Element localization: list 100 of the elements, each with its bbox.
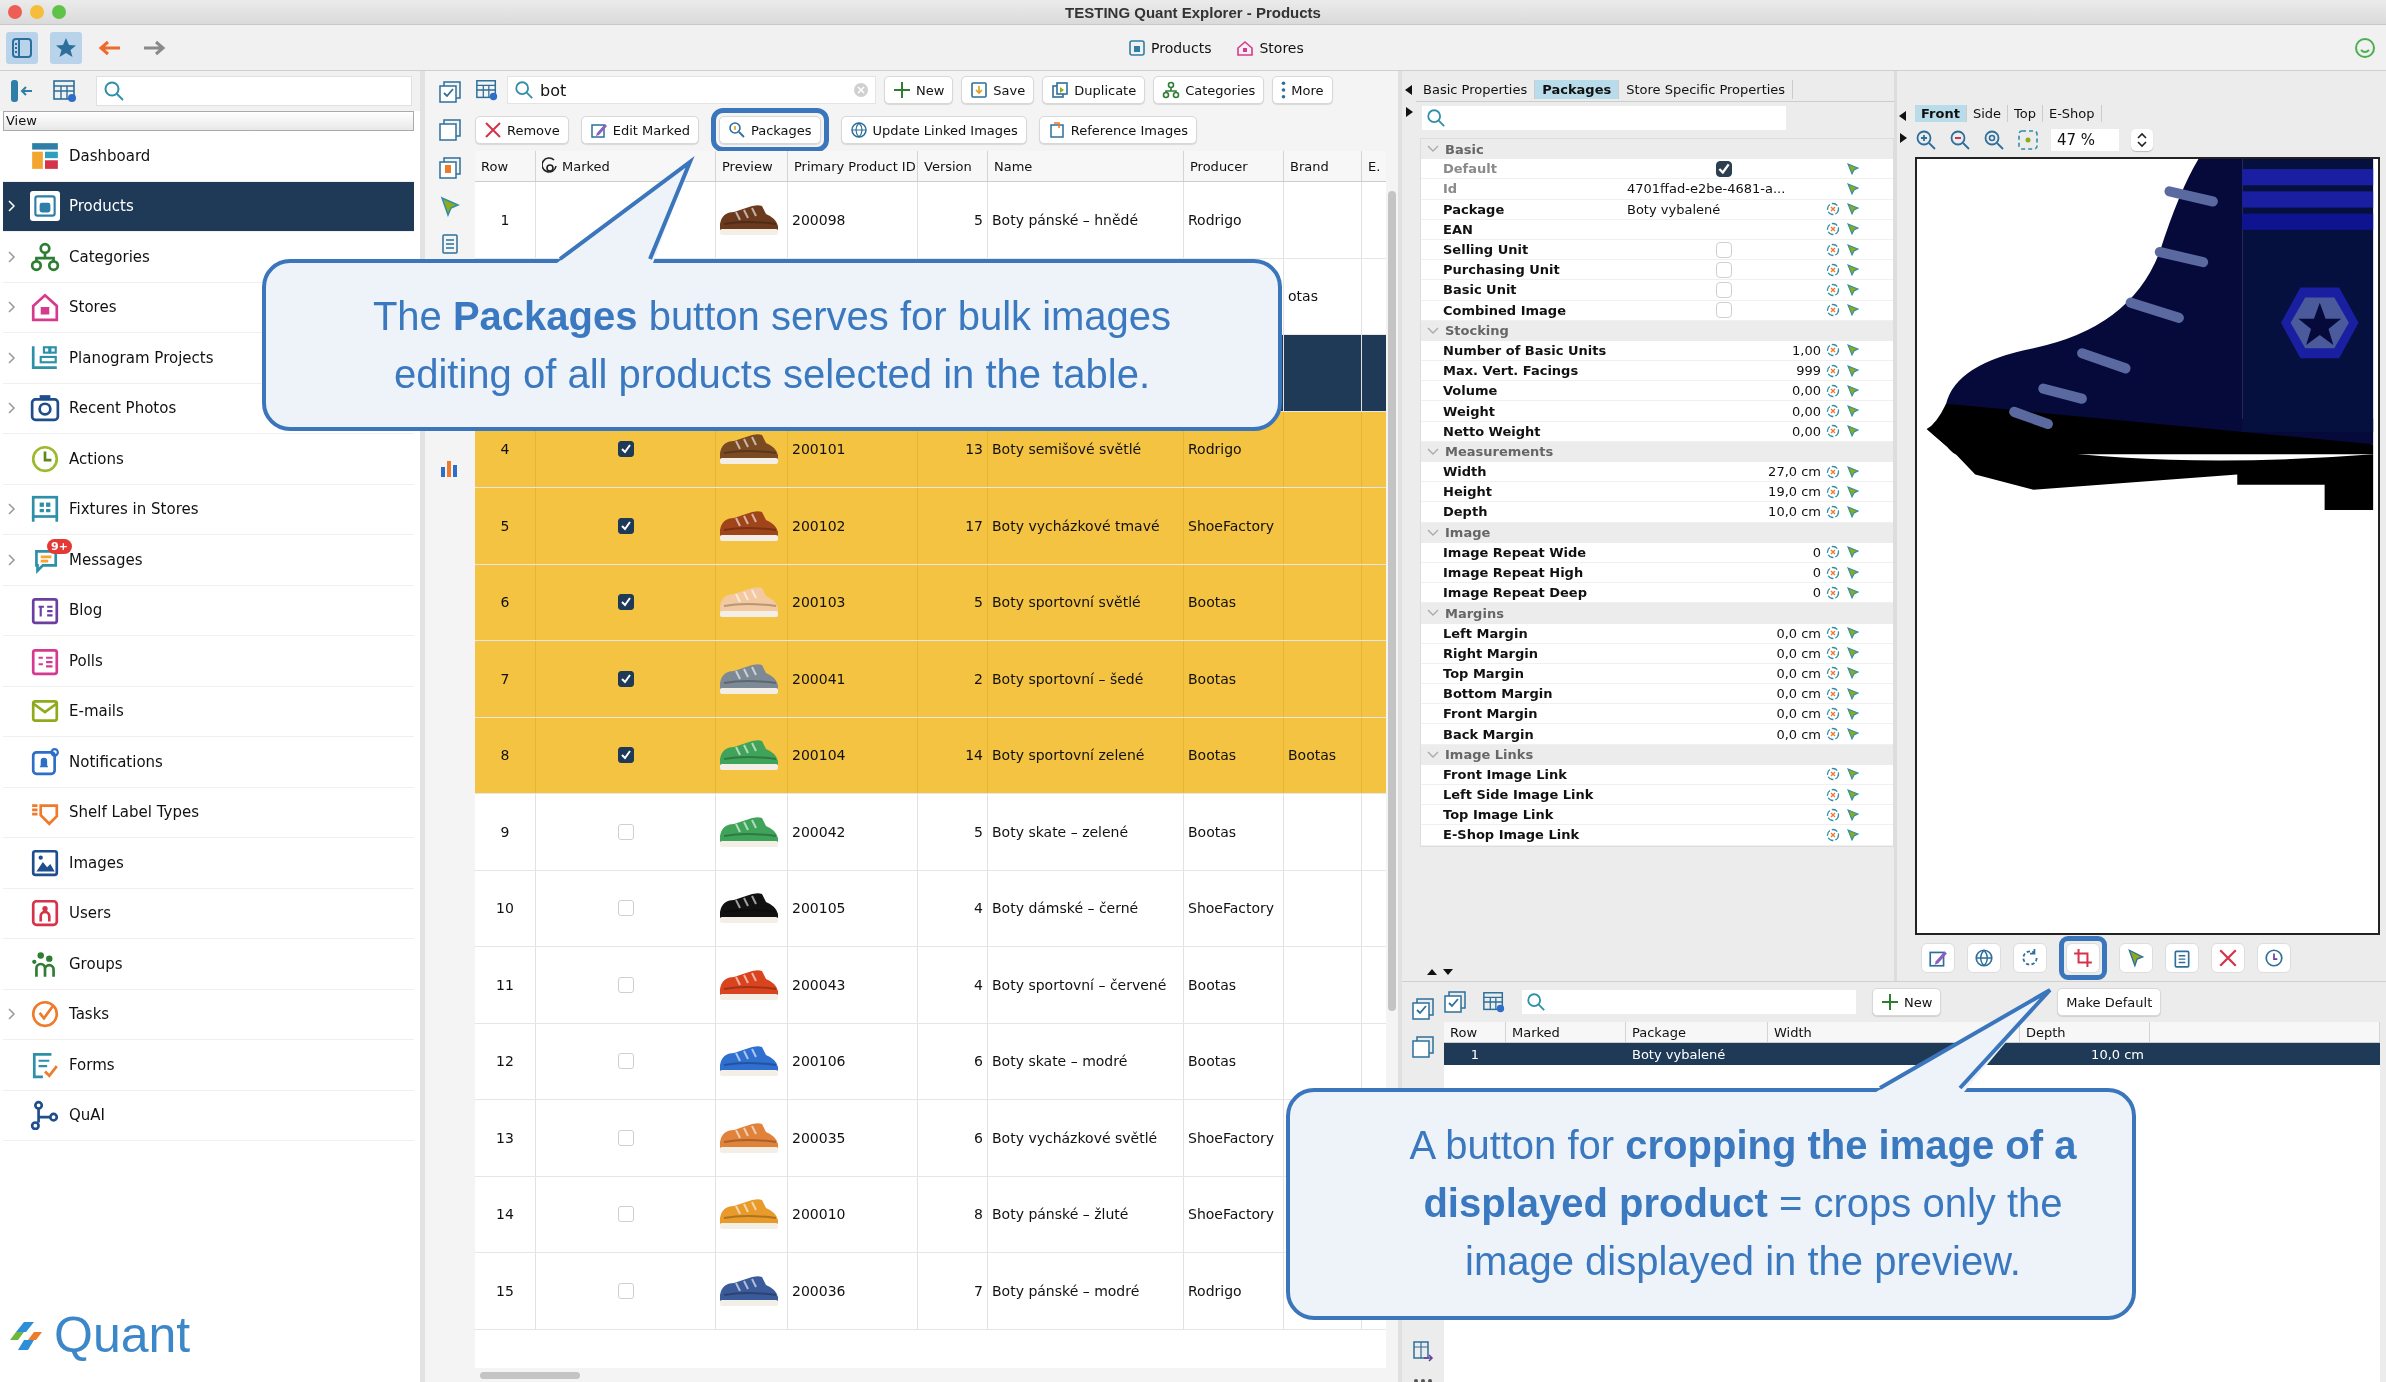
property-value[interactable]: 0 <box>1812 565 1821 581</box>
column-header[interactable]: E. <box>1368 158 1381 174</box>
reset-icon[interactable] <box>1826 787 1840 802</box>
cursor-icon[interactable] <box>1846 787 1860 802</box>
cursor-icon[interactable] <box>1846 242 1860 257</box>
reset-icon[interactable] <box>1826 484 1840 499</box>
search-field[interactable] <box>96 76 412 106</box>
cursor-icon[interactable] <box>1846 565 1860 580</box>
property-value[interactable]: 0,00 <box>1792 403 1821 419</box>
reset-icon[interactable] <box>1826 767 1840 782</box>
checkbox[interactable] <box>617 594 634 611</box>
reset-icon[interactable] <box>1826 202 1840 217</box>
column-header[interactable]: Marked <box>562 158 610 174</box>
cursor-icon[interactable] <box>1846 222 1860 237</box>
property-value[interactable]: 19,0 cm <box>1768 484 1821 500</box>
icon-button[interactable] <box>2211 943 2245 973</box>
sidebar-item[interactable]: Groups <box>3 939 414 990</box>
expand-right-icon[interactable] <box>1899 133 1907 143</box>
sidebar-item[interactable]: Shelf Label Types <box>3 787 414 838</box>
property-value[interactable]: 27,0 cm <box>1768 464 1821 480</box>
sidebar-item[interactable]: QuAI <box>3 1090 414 1141</box>
sidebar-item[interactable]: Fixtures in Stores <box>3 484 414 535</box>
property-value[interactable]: 0,0 cm <box>1776 706 1821 722</box>
cursor-icon[interactable] <box>1846 282 1860 297</box>
reset-icon[interactable] <box>1826 686 1840 701</box>
reset-icon[interactable] <box>1826 565 1840 580</box>
reset-icon[interactable] <box>1826 262 1840 277</box>
icon-button[interactable] <box>1967 943 2001 973</box>
property-value[interactable]: 0,0 cm <box>1776 686 1821 702</box>
view-tab[interactable]: Products <box>1125 37 1216 58</box>
cursor-icon[interactable] <box>1846 343 1860 358</box>
toolbar-button[interactable]: New <box>884 76 954 104</box>
property-value[interactable]: 1,00 <box>1792 342 1821 358</box>
property-value[interactable]: 0 <box>1812 544 1821 560</box>
sidebar-item[interactable]: 9+ Messages <box>3 535 414 586</box>
reset-icon[interactable] <box>1826 464 1840 479</box>
collapse-left-icon[interactable] <box>1899 111 1907 121</box>
sidebar-item[interactable]: Images <box>3 838 414 889</box>
table-row[interactable]: 7 200041 2 Boty sportovní – šedé Bootas <box>475 641 1386 718</box>
cursor-icon[interactable] <box>1846 585 1860 600</box>
reset-icon[interactable] <box>1826 626 1840 641</box>
cursor-icon[interactable] <box>1846 404 1860 419</box>
tab[interactable]: Top <box>2008 104 2043 122</box>
reset-icon[interactable] <box>1826 363 1840 378</box>
reset-icon[interactable] <box>1826 242 1840 257</box>
stepper[interactable] <box>2131 129 2153 151</box>
sidebar-item[interactable]: Products <box>3 181 414 232</box>
toolbar-button[interactable]: Update Linked Images <box>840 116 1027 144</box>
column-header[interactable]: Package <box>1632 1024 1686 1040</box>
checkbox-icon[interactable] <box>1444 991 1466 1013</box>
property-value[interactable]: 0 <box>1812 585 1821 601</box>
icon-button[interactable] <box>2165 943 2199 973</box>
toolbar-button[interactable]: Categories <box>1153 76 1265 104</box>
sidebar-toggle-button[interactable] <box>6 31 38 64</box>
property-value[interactable]: 0,00 <box>1792 383 1821 399</box>
checkbox[interactable] <box>617 517 634 534</box>
sidebar-item[interactable]: Polls <box>3 636 414 687</box>
cursor-icon[interactable] <box>1846 363 1860 378</box>
copy-icon[interactable] <box>439 119 461 141</box>
zoom-in-icon[interactable] <box>1915 129 1937 151</box>
property-value[interactable]: 999 <box>1796 363 1821 379</box>
toolbar-button[interactable]: Packages <box>718 116 821 144</box>
cursor-icon[interactable] <box>1846 545 1860 560</box>
toolbar-button[interactable]: Save <box>961 76 1035 104</box>
cursor-icon[interactable] <box>1846 464 1860 479</box>
property-value[interactable]: 0,0 cm <box>1776 625 1821 641</box>
icon-button[interactable] <box>2119 943 2153 973</box>
checkbox-icon[interactable] <box>439 81 461 103</box>
zoom-reset-icon[interactable] <box>1983 129 2005 151</box>
reset-icon[interactable] <box>1826 585 1840 600</box>
zoom-out-icon[interactable] <box>1949 129 1971 151</box>
cursor-icon[interactable] <box>1846 807 1860 822</box>
table-swap-icon[interactable] <box>1412 1340 1434 1362</box>
cursor-icon[interactable] <box>1846 646 1860 661</box>
tab[interactable]: Store Specific Properties <box>1619 79 1794 99</box>
toolbar-button[interactable]: More <box>1272 76 1333 104</box>
table-row[interactable]: 1 Boty vybalené 10,0 cm <box>1444 1043 2380 1065</box>
column-header[interactable]: Depth <box>2026 1024 2066 1040</box>
checkbox[interactable] <box>617 747 634 764</box>
table-row[interactable]: 10 200105 4 Boty dámské – černé ShoeFactory <box>475 870 1386 947</box>
reset-icon[interactable] <box>1826 706 1840 721</box>
reset-icon[interactable] <box>1826 504 1840 519</box>
reset-icon[interactable] <box>1826 727 1840 742</box>
column-header[interactable]: Brand <box>1290 158 1329 174</box>
property-value[interactable]: 10,0 cm <box>1768 504 1821 520</box>
column-header[interactable]: Preview <box>722 158 773 174</box>
column-header[interactable]: Marked <box>1512 1024 1560 1040</box>
view-tab[interactable]: Stores <box>1233 37 1308 58</box>
scrollbar-thumb[interactable] <box>480 1371 580 1379</box>
tab[interactable]: E-Shop <box>2042 104 2102 122</box>
search-field[interactable] <box>1422 106 1786 130</box>
property-value[interactable]: 0,0 cm <box>1776 645 1821 661</box>
group-header[interactable]: Margins <box>1421 603 1893 624</box>
sort-icon[interactable] <box>542 157 558 175</box>
reset-icon[interactable] <box>1826 807 1840 822</box>
group-header[interactable]: Basic <box>1421 139 1893 160</box>
cursor-icon[interactable] <box>1846 262 1860 277</box>
column-header[interactable]: Name <box>994 158 1033 174</box>
property-value[interactable]: 0,0 cm <box>1776 665 1821 681</box>
cursor-icon[interactable] <box>1846 504 1860 519</box>
